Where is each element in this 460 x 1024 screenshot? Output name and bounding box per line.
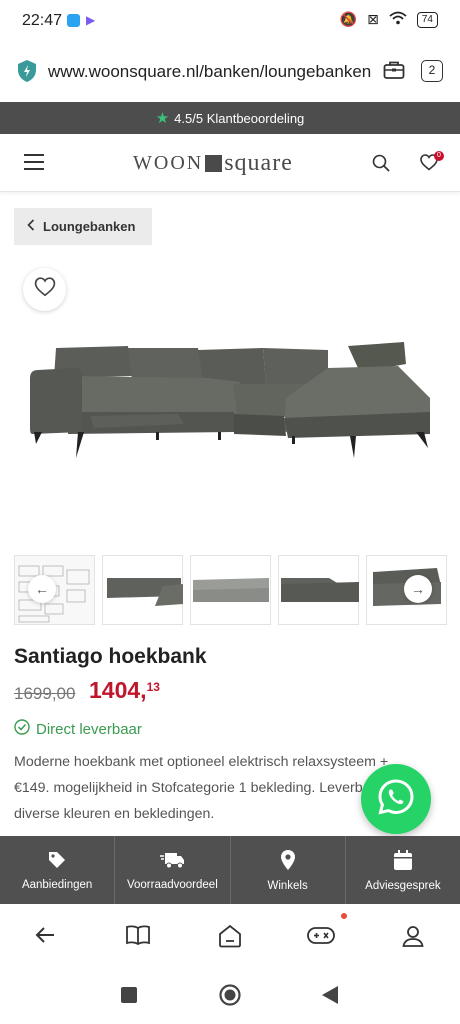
notification-dot — [341, 913, 347, 919]
no-sim-icon: ⊠ — [367, 11, 379, 27]
site-logo[interactable]: WOON square — [133, 150, 293, 177]
logo-square: square — [224, 150, 293, 176]
status-bar: 22:47 ▶ 🔕 ⊠ 74 — [0, 0, 460, 44]
search-icon[interactable] — [372, 154, 390, 177]
gamepad-icon[interactable] — [306, 924, 336, 951]
breadcrumb-back-button[interactable]: Loungebanken — [14, 208, 152, 245]
bookmarks-book-icon[interactable] — [125, 924, 151, 951]
map-pin-icon — [280, 849, 296, 874]
battery-indicator: 74 — [416, 11, 438, 28]
star-icon: ★ — [155, 110, 170, 127]
site-bottom-nav: Aanbiedingen Voorraadvoordeel Winkels Ad… — [0, 836, 460, 904]
calendar-icon — [393, 849, 413, 874]
recents-square-icon[interactable] — [121, 987, 137, 1003]
thumbnail-4[interactable] — [278, 555, 359, 625]
arrow-left-icon: ← — [35, 581, 49, 597]
stock-text: Direct leverbaar — [36, 720, 142, 738]
mute-icon: 🔕 — [339, 11, 358, 27]
url-text[interactable]: www.woonsquare.nl/banken/loungebanken — [48, 62, 371, 82]
chevron-left-icon — [27, 219, 35, 234]
arrow-right-icon: → — [411, 581, 425, 597]
play-notification-icon: ▶ — [86, 13, 96, 27]
rating-text: 4.5/5 Klantbeoordeling — [174, 110, 305, 126]
wishlist-count-badge: 0 — [434, 151, 444, 161]
thumbnails-next-button[interactable]: → — [404, 575, 432, 603]
add-to-favorites-button[interactable] — [23, 268, 66, 311]
breadcrumb-label: Loungebanken — [43, 219, 136, 234]
android-nav-bar — [0, 968, 460, 1024]
thumbnail-2[interactable] — [102, 555, 183, 625]
current-price: 1404,13 — [89, 677, 160, 704]
delivery-truck-icon — [159, 850, 185, 873]
product-title: Santiago hoekbank — [14, 645, 207, 668]
check-circle-icon — [14, 719, 30, 739]
nav-item-adviesgesprek[interactable]: Adviesgesprek — [346, 836, 460, 904]
price-cents: 13 — [146, 680, 160, 694]
nav-label: Winkels — [267, 879, 308, 892]
briefcase-icon[interactable] — [383, 60, 405, 85]
stock-status: Direct leverbaar — [14, 719, 142, 739]
browser-url-bar[interactable]: www.woonsquare.nl/banken/loungebanken 2 — [0, 44, 460, 102]
product-image[interactable] — [28, 340, 434, 464]
site-header: WOON square 0 — [0, 134, 460, 192]
heart-icon — [34, 277, 56, 302]
logo-square-mark — [205, 155, 223, 172]
browser-toolbar — [0, 904, 460, 968]
hamburger-menu-icon[interactable] — [24, 154, 44, 170]
thumbnail-3[interactable] — [190, 555, 271, 625]
back-arrow-icon[interactable] — [34, 924, 56, 951]
wifi-icon — [389, 11, 407, 28]
back-triangle-icon[interactable] — [321, 985, 339, 1010]
home-icon[interactable] — [217, 924, 243, 953]
nav-label: Adviesgesprek — [365, 879, 441, 892]
whatsapp-chat-button[interactable] — [361, 764, 431, 834]
thumbnail-strip — [14, 555, 460, 627]
rating-banner: ★ 4.5/5 Klantbeoordeling — [0, 102, 460, 134]
notification-app-icon — [67, 14, 80, 27]
nav-label: Voorraadvoordeel — [126, 878, 218, 891]
logo-woon: WOON — [133, 152, 204, 174]
nav-item-winkels[interactable]: Winkels — [231, 836, 346, 904]
tag-icon — [47, 850, 67, 873]
nav-label: Aanbiedingen — [21, 878, 93, 891]
secure-shield-icon — [16, 59, 38, 88]
nav-item-aanbiedingen[interactable]: Aanbiedingen — [0, 836, 116, 904]
nav-item-voorraadvoordeel[interactable]: Voorraadvoordeel — [115, 836, 231, 904]
old-price: 1699,00 — [14, 684, 76, 703]
whatsapp-icon — [377, 778, 415, 821]
profile-icon[interactable] — [401, 924, 425, 953]
status-time: 22:47 — [22, 12, 63, 29]
price-main: 1404, — [89, 677, 147, 703]
thumbnails-prev-button[interactable]: ← — [28, 575, 56, 603]
tab-count-button[interactable]: 2 — [421, 60, 443, 82]
home-circle-icon[interactable] — [219, 984, 241, 1011]
